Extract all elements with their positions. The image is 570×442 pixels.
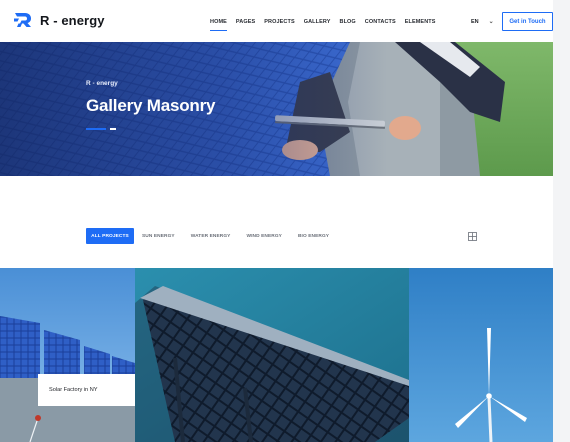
solar-array-image (135, 268, 409, 442)
solar-panels-image (0, 268, 135, 442)
main-nav: HOME PAGES PROJECTS GALLERY BLOG CONTACT… (210, 19, 445, 31)
filter-sun-energy[interactable]: SUN ENERGY (142, 234, 175, 239)
nav-item-pages[interactable]: PAGES (236, 19, 255, 25)
site-header: R - energy HOME PAGES PROJECTS GALLERY B… (0, 0, 553, 42)
nav-item-home[interactable]: HOME (210, 19, 227, 31)
gallery-item-wind-turbine[interactable] (409, 268, 553, 442)
language-selector[interactable]: EN ⌄ (471, 18, 494, 26)
page: R - energy HOME PAGES PROJECTS GALLERY B… (0, 0, 553, 442)
nav-item-elements[interactable]: ELEMENTS (405, 19, 436, 25)
hero-overlay (0, 42, 553, 176)
gallery-item-solar-factory[interactable]: Solar Factory in NY (0, 268, 135, 442)
wind-turbine-image (409, 268, 553, 442)
title-accent-dot (110, 128, 116, 130)
language-label: EN (471, 18, 479, 25)
page-title: Gallery Masonry (86, 96, 216, 115)
filter-wind-energy[interactable]: WIND ENERGY (246, 234, 281, 239)
nav-item-gallery[interactable]: GALLERY (304, 19, 331, 25)
gallery-filter-bar: ALL PROJECTS SUN ENERGY WATER ENERGY WIN… (86, 228, 345, 244)
gallery-masonry: Solar Factory in NY (0, 268, 553, 442)
nav-item-blog[interactable]: BLOG (340, 19, 356, 25)
gallery-item-solar-array[interactable] (135, 268, 409, 442)
gallery-item-caption[interactable]: Solar Factory in NY (38, 374, 135, 406)
scrollbar[interactable] (553, 0, 570, 442)
logo[interactable]: R - energy (14, 12, 105, 28)
title-accent-bar (86, 128, 106, 130)
logo-text: R - energy (40, 12, 105, 28)
logo-icon (14, 13, 31, 27)
hero-subtitle: R - energy (86, 80, 118, 87)
filter-all-projects[interactable]: ALL PROJECTS (86, 228, 134, 244)
filter-bio-energy[interactable]: BIO ENERGY (298, 234, 329, 239)
filter-water-energy[interactable]: WATER ENERGY (191, 234, 231, 239)
get-in-touch-button[interactable]: Get in Touch (502, 12, 553, 31)
grid-icon[interactable] (468, 232, 477, 241)
chevron-down-icon: ⌄ (488, 19, 494, 25)
nav-item-projects[interactable]: PROJECTS (264, 19, 294, 25)
hero-banner: R - energy Gallery Masonry (0, 42, 553, 176)
nav-item-contacts[interactable]: CONTACTS (365, 19, 396, 25)
